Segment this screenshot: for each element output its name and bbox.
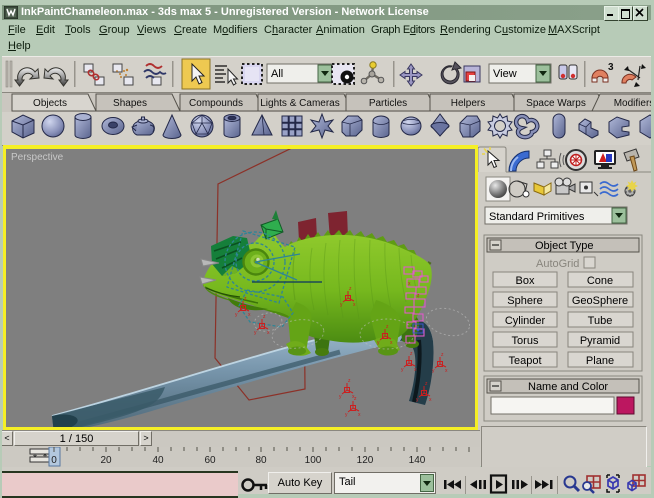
svg-text:Particles: Particles [369, 98, 407, 109]
svg-text:View: View [493, 68, 517, 80]
svg-text:Name and Color: Name and Color [528, 381, 608, 393]
svg-text:Object Type: Object Type [535, 240, 594, 252]
svg-text:GeoSphere: GeoSphere [572, 295, 628, 307]
svg-text:Sphere: Sphere [507, 295, 542, 307]
svg-text:Perspective: Perspective [11, 152, 64, 163]
svg-text:AutoGrid: AutoGrid [536, 258, 579, 270]
svg-text:Modifiers: Modifiers [614, 98, 654, 109]
svg-text:100: 100 [305, 455, 322, 466]
svg-text:Torus: Torus [512, 335, 539, 347]
svg-text:Tube: Tube [588, 315, 613, 327]
svg-text:Pyramid: Pyramid [580, 335, 620, 347]
svg-text:Objects: Objects [33, 98, 67, 109]
svg-text:Cylinder: Cylinder [505, 315, 546, 327]
svg-text:140: 140 [409, 455, 426, 466]
svg-text:Cone: Cone [587, 275, 613, 287]
svg-text:Space Warps: Space Warps [526, 98, 586, 109]
svg-text:All: All [271, 68, 283, 80]
svg-text:120: 120 [357, 455, 374, 466]
svg-text:Teapot: Teapot [508, 355, 541, 367]
svg-text:Helpers: Helpers [451, 98, 485, 109]
svg-text:Box: Box [516, 275, 535, 287]
svg-text:20: 20 [100, 455, 112, 466]
svg-text:Standard Primitives: Standard Primitives [489, 211, 585, 223]
svg-text:Compounds: Compounds [189, 98, 243, 109]
svg-text:0: 0 [51, 455, 57, 466]
svg-text:60: 60 [204, 455, 216, 466]
svg-text:40: 40 [152, 455, 164, 466]
svg-text:3: 3 [608, 62, 614, 73]
svg-text:Plane: Plane [586, 355, 614, 367]
svg-text:Lights & Cameras: Lights & Cameras [260, 98, 339, 109]
svg-text:Shapes: Shapes [113, 98, 147, 109]
svg-text:80: 80 [255, 455, 267, 466]
